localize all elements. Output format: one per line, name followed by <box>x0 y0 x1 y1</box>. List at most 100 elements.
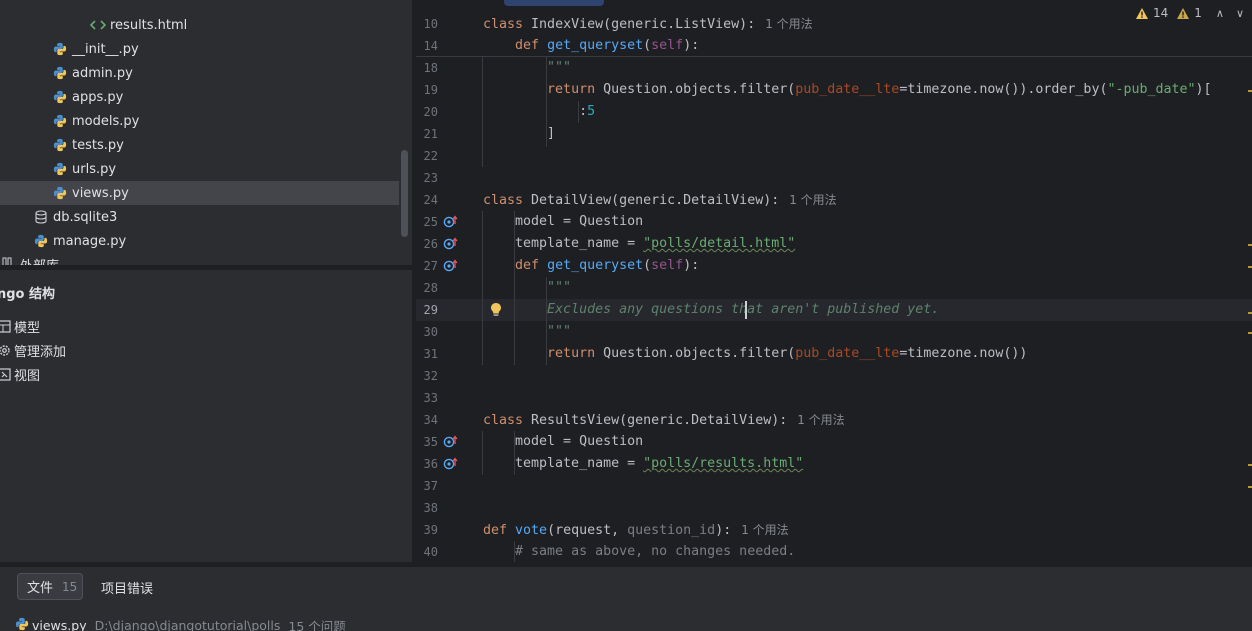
code-line[interactable]: 32 <box>416 365 1252 387</box>
code-line[interactable]: 28 """ <box>416 277 1252 299</box>
code-text: """ <box>483 57 571 79</box>
warning-stripe-marker[interactable] <box>1248 312 1252 314</box>
tab-current-file[interactable]: 文件 15 <box>17 573 83 600</box>
usages-inlay-hint[interactable]: 1 个用法 <box>765 17 812 31</box>
project-tree-scrollbar[interactable] <box>401 150 408 237</box>
project-tree-item[interactable]: __init__.py <box>0 37 400 61</box>
code-token: =timezone.now()).order_by( <box>899 82 1108 97</box>
overrides-method-icon[interactable] <box>443 457 459 471</box>
overrides-method-icon[interactable] <box>443 215 459 229</box>
structure-item-models[interactable]: 模型 <box>0 315 40 337</box>
code-token: pub_date__lte <box>795 82 900 97</box>
warning-stripe-marker[interactable] <box>1248 464 1252 466</box>
code-line[interactable]: 30 """ <box>416 321 1252 343</box>
usages-inlay-hint[interactable]: 1 个用法 <box>741 523 788 537</box>
warning-stripe-marker[interactable] <box>1248 486 1252 488</box>
code-line[interactable]: 22 <box>416 145 1252 167</box>
code-line[interactable]: 36 template_name = "polls/results.html" <box>416 453 1252 475</box>
tab-project-errors[interactable]: 项目错误 <box>101 578 153 597</box>
project-tree-item[interactable]: results.html <box>0 13 400 37</box>
code-line[interactable]: 26 template_name = "polls/detail.html" <box>416 233 1252 255</box>
code-line[interactable]: 23 <box>416 167 1252 189</box>
next-problem-icon[interactable]: ∨ <box>1236 7 1244 20</box>
code-text: model = Question <box>483 431 643 453</box>
code-text: def get_queryset(self): <box>483 255 699 277</box>
warning-stripe-marker[interactable] <box>1248 266 1252 268</box>
python-file-icon <box>52 89 68 105</box>
usages-inlay-hint[interactable]: 1 个用法 <box>789 193 836 207</box>
sticky-lines-header[interactable]: 10 class IndexView(generic.ListView): 1 个用… <box>416 13 1252 57</box>
code-line[interactable]: 37 <box>416 475 1252 497</box>
usages-inlay-hint[interactable]: 1 个用法 <box>797 413 844 427</box>
database-icon <box>33 209 49 225</box>
code-token: IndexView(generic.ListView): <box>531 17 756 32</box>
project-tree-item[interactable]: views.py <box>0 181 399 205</box>
code-editor[interactable]: 14 1 ∧ ∨ 10 class IndexView(generic.ListV… <box>416 0 1252 562</box>
code-line[interactable]: 24 class DetailView(generic.DetailView): 1… <box>416 189 1252 211</box>
warning-stripe-marker[interactable] <box>1248 90 1252 92</box>
problem-file-row[interactable]: views.py D:\django\djangotutorial\polls … <box>15 616 346 631</box>
project-tree-item-label: apps.py <box>72 89 124 105</box>
line-number: 21 <box>423 127 438 141</box>
code-line[interactable]: 18 """ <box>416 57 1252 79</box>
code-line[interactable]: 38 <box>416 497 1252 519</box>
code-token: def <box>483 523 516 538</box>
line-number: 20 <box>423 105 438 119</box>
indent-guide <box>482 57 483 167</box>
code-line[interactable]: 29 Excludes any questions that aren't pu… <box>416 299 1252 321</box>
project-tree-item[interactable]: models.py <box>0 109 400 133</box>
previous-problem-icon[interactable]: ∧ <box>1216 7 1224 20</box>
project-tree-item[interactable]: admin.py <box>0 61 400 85</box>
code-line[interactable]: 10 class IndexView(generic.ListView): 1 个用… <box>416 13 1252 35</box>
line-number: 26 <box>423 237 438 251</box>
structure-item-views[interactable]: 视图 <box>0 363 40 385</box>
project-tree-item[interactable]: urls.py <box>0 157 400 181</box>
code-line[interactable]: 33 <box>416 387 1252 409</box>
problems-indicator[interactable]: 14 1 ∧ ∨ <box>1135 4 1244 22</box>
code-line[interactable]: 27 def get_queryset(self): <box>416 255 1252 277</box>
code-line[interactable]: 40 # same as above, no changes needed. <box>416 541 1252 562</box>
line-number: 29 <box>423 303 438 317</box>
project-tree-item[interactable]: tests.py <box>0 133 400 157</box>
code-text: def get_queryset(self): <box>483 35 699 57</box>
code-line[interactable]: 34 class ResultsView(generic.DetailView):… <box>416 409 1252 431</box>
code-line[interactable]: 35 model = Question <box>416 431 1252 453</box>
project-tree-item[interactable]: 外部库 <box>0 255 400 265</box>
line-number: 18 <box>423 61 438 75</box>
overrides-method-icon[interactable] <box>443 237 459 251</box>
active-editor-tab[interactable] <box>504 0 604 6</box>
code-text: # same as above, no changes needed. <box>483 541 795 562</box>
python-file-icon <box>52 113 68 129</box>
code-line[interactable]: 31 return Question.objects.filter(pub_da… <box>416 343 1252 365</box>
code-line[interactable]: 20 :5 <box>416 101 1252 123</box>
project-tree-item[interactable]: apps.py <box>0 85 400 109</box>
code-text: template_name = "polls/results.html" <box>483 453 803 475</box>
python-file-icon <box>52 65 68 81</box>
overrides-method-icon[interactable] <box>443 435 459 449</box>
structure-item-admin[interactable]: 管理添加 <box>0 339 66 361</box>
code-token: ] <box>483 126 556 141</box>
code-line[interactable]: 21 ] <box>416 123 1252 145</box>
overrides-method-icon[interactable] <box>443 259 459 273</box>
code-text: def vote(request, question_id): 1 个用法 <box>483 519 789 542</box>
structure-item-label: 模型 <box>14 320 41 336</box>
code-text: template_name = "polls/detail.html" <box>483 233 795 255</box>
warning-stripe-marker[interactable] <box>1248 244 1252 246</box>
structure-item-label: 管理添加 <box>14 344 67 360</box>
code-token: """ <box>547 280 572 295</box>
code-line[interactable]: 25 model = Question <box>416 211 1252 233</box>
weak-warning-icon <box>1176 7 1190 20</box>
project-tree-item[interactable]: db.sqlite3 <box>0 205 400 229</box>
code-line[interactable]: 39 def vote(request, question_id): 1 个用法 <box>416 519 1252 541</box>
project-tree-item[interactable]: manage.py <box>0 229 400 253</box>
warning-stripe-marker[interactable] <box>1248 332 1252 334</box>
code-line[interactable]: 14 def get_queryset(self): <box>416 35 1252 57</box>
indent-guide <box>514 431 515 475</box>
code-line[interactable]: 19 return Question.objects.filter(pub_da… <box>416 79 1252 101</box>
line-number: 38 <box>423 501 438 515</box>
code-token: model = Question <box>483 434 644 449</box>
code-token: return <box>547 82 604 97</box>
